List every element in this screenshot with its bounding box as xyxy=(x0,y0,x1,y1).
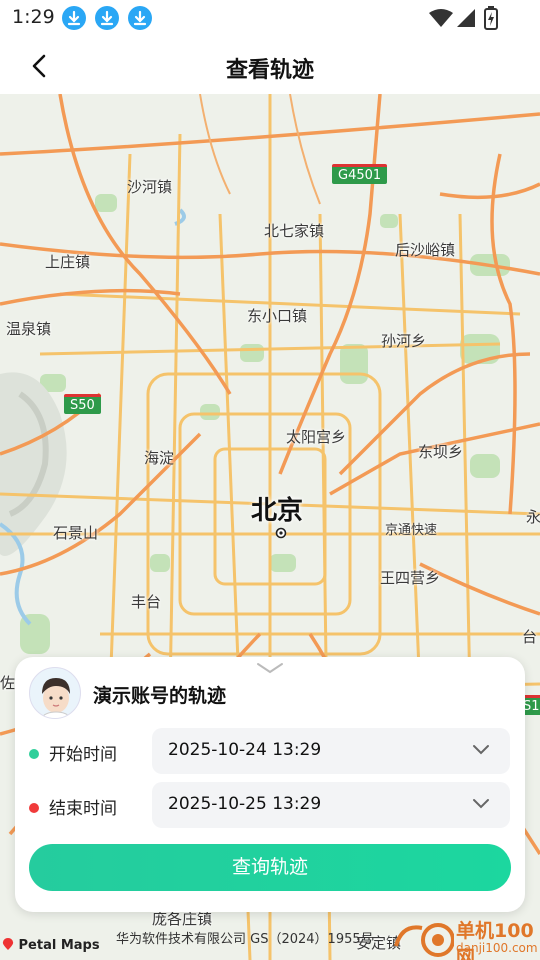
map-label: 后沙峪镇 xyxy=(395,241,456,259)
map-label: 石景山 xyxy=(53,524,99,542)
panel-title: 演示账号的轨迹 xyxy=(93,685,227,707)
map-label: 台 xyxy=(522,628,538,646)
page-title: 查看轨迹 xyxy=(225,58,314,83)
query-track-button[interactable]: 查询轨迹 xyxy=(29,844,511,891)
end-time-select[interactable]: 2025-10-25 13:29 xyxy=(152,782,510,828)
map-label: 丰台 xyxy=(131,593,162,611)
map-label: 太阳宫乡 xyxy=(286,428,347,446)
map-label: 海淀 xyxy=(144,449,175,467)
start-time-label: 开始时间 xyxy=(29,740,117,765)
start-dot-icon xyxy=(29,749,39,759)
status-time: 1:29 xyxy=(12,6,55,28)
map-label: 永 xyxy=(526,508,540,526)
map-label: 东小口镇 xyxy=(247,307,308,325)
map-copyright: 华为软件技术有限公司 GS（2024）1955号 xyxy=(116,932,374,947)
map-label: 上庄镇 xyxy=(45,253,91,271)
map-label: 沙河镇 xyxy=(127,178,173,196)
map-brand: Petal Maps xyxy=(2,938,100,953)
chevron-down-icon xyxy=(473,799,489,809)
map-label: 温泉镇 xyxy=(6,320,52,338)
wifi-icon xyxy=(429,9,453,27)
map-label: 王四营乡 xyxy=(380,569,441,587)
status-bar: 1:29 xyxy=(0,0,540,36)
map-label: 孙河乡 xyxy=(381,332,427,350)
site-watermark: 单机100网 danji100.com xyxy=(392,916,540,960)
map-label: 东坝乡 xyxy=(418,443,464,461)
watermark-url: danji100.com xyxy=(456,941,538,955)
end-time-label: 结束时间 xyxy=(29,794,117,819)
start-time-value: 2025-10-24 13:29 xyxy=(168,740,322,760)
chevron-down-icon[interactable] xyxy=(255,661,285,675)
download-icon xyxy=(95,6,119,30)
end-dot-icon xyxy=(29,803,39,813)
avatar xyxy=(29,667,81,719)
map-city-label: 北京 xyxy=(251,496,304,526)
title-bar: 查看轨迹 xyxy=(0,36,540,94)
highway-shield: S50 xyxy=(64,394,101,414)
end-time-value: 2025-10-25 13:29 xyxy=(168,794,322,814)
download-icon xyxy=(128,6,152,30)
city-center-icon xyxy=(275,527,287,539)
start-time-select[interactable]: 2025-10-24 13:29 xyxy=(152,728,510,774)
highway-shield: G4501 xyxy=(332,164,388,184)
download-icon xyxy=(62,6,86,30)
map-label: 佐 xyxy=(0,674,16,692)
chevron-down-icon xyxy=(473,745,489,755)
watermark-logo-icon xyxy=(394,923,454,957)
map-pin-icon xyxy=(2,938,14,950)
signal-icon xyxy=(457,9,475,27)
map-label: 北七家镇 xyxy=(264,222,325,240)
track-query-panel: 演示账号的轨迹 开始时间 2025-10-24 13:29 结束时间 2025-… xyxy=(15,657,525,912)
map-label: 京通快速 xyxy=(385,523,438,538)
battery-icon xyxy=(484,6,498,30)
